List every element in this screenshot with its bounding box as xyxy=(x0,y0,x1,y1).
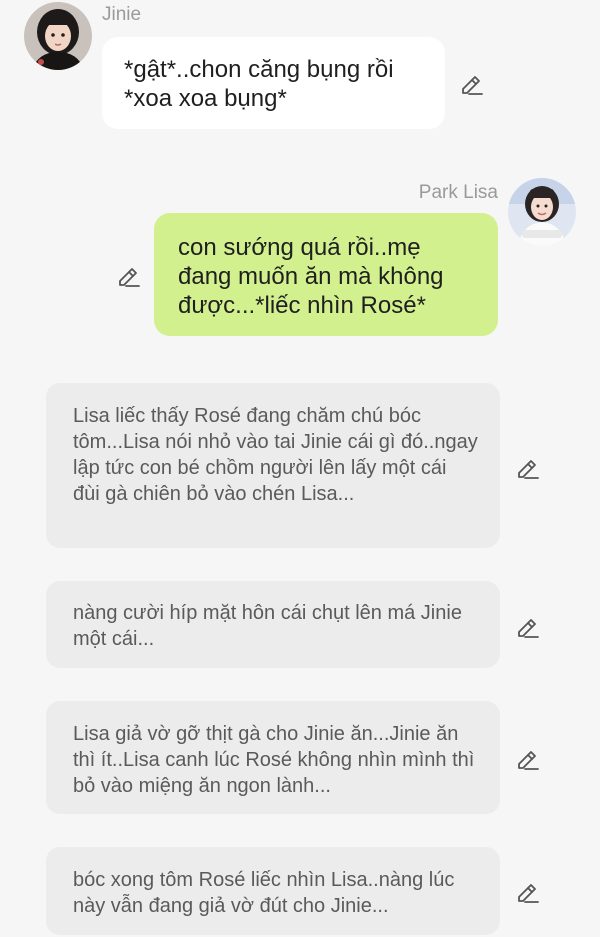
sender-name-jinie: Jinie xyxy=(102,4,142,25)
narration-text: Lisa giả vờ gỡ thịt gà cho Jinie ăn...Ji… xyxy=(73,723,475,797)
sender-name-lisa: Park Lisa xyxy=(418,182,498,203)
edit-narration-1-icon[interactable] xyxy=(515,454,541,480)
edit-narration-3-icon[interactable] xyxy=(515,745,541,771)
avatar-lisa[interactable] xyxy=(508,178,576,246)
edit-message-2-icon[interactable] xyxy=(116,262,142,288)
message-bubble-lisa[interactable]: con sướng quá rồi..mẹ đang muốn ăn mà kh… xyxy=(154,213,498,336)
narration-text: bóc xong tôm Rosé liếc nhìn Lisa..nàng l… xyxy=(73,869,455,917)
edit-message-1-icon[interactable] xyxy=(459,70,485,96)
edit-narration-2-icon[interactable] xyxy=(515,613,541,639)
narration-bubble-1[interactable]: Lisa liếc thấy Rosé đang chăm chú bóc tô… xyxy=(46,383,500,548)
edit-narration-4-icon[interactable] xyxy=(515,878,541,904)
message-text: con sướng quá rồi..mẹ đang muốn ăn mà kh… xyxy=(178,234,444,319)
avatar-lisa-photo xyxy=(508,178,576,246)
narration-text: nàng cười híp mặt hôn cái chụt lên má Ji… xyxy=(73,602,462,650)
message-bubble-jinie[interactable]: *gật*..chon căng bụng rồi *xoa xoa bụng* xyxy=(102,37,445,129)
message-text: *gật*..chon căng bụng rồi *xoa xoa bụng* xyxy=(124,56,394,112)
narration-bubble-3[interactable]: Lisa giả vờ gỡ thịt gà cho Jinie ăn...Ji… xyxy=(46,701,500,814)
avatar-jinie-photo xyxy=(24,2,92,70)
narration-bubble-2[interactable]: nàng cười híp mặt hôn cái chụt lên má Ji… xyxy=(46,581,500,668)
avatar-jinie[interactable] xyxy=(24,2,92,70)
narration-bubble-4[interactable]: bóc xong tôm Rosé liếc nhìn Lisa..nàng l… xyxy=(46,847,500,935)
narration-text: Lisa liếc thấy Rosé đang chăm chú bóc tô… xyxy=(73,405,478,505)
